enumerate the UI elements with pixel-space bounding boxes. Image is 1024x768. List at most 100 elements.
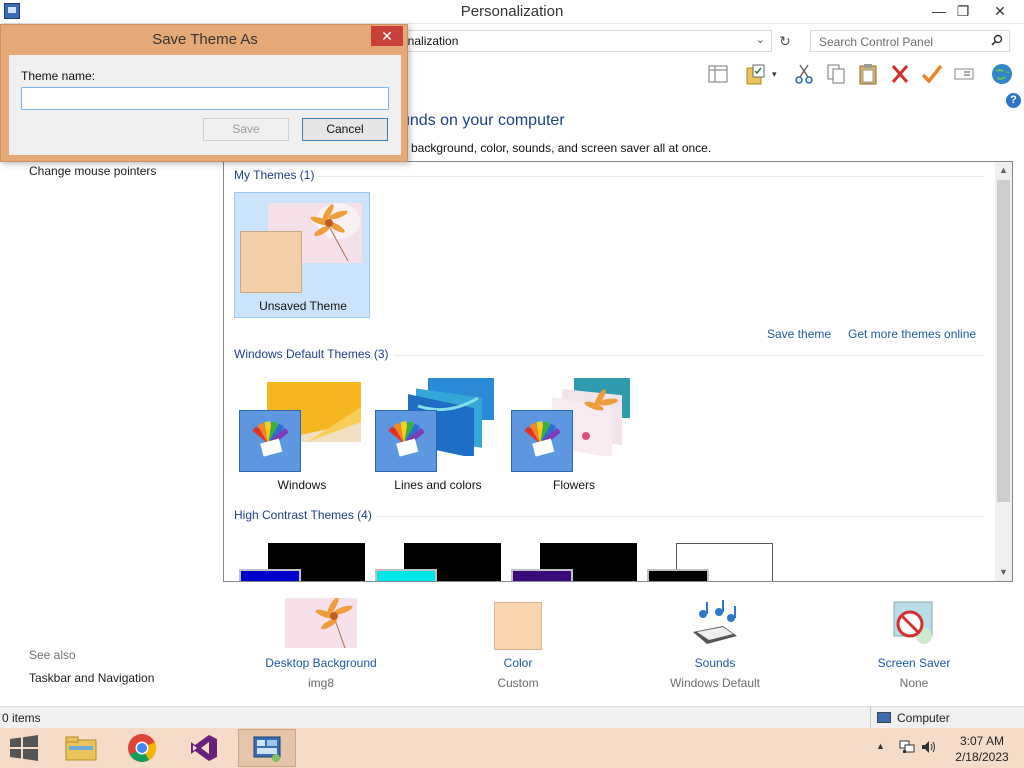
network-icon[interactable] (899, 740, 915, 754)
desktop-background-icon (285, 598, 357, 648)
divider (394, 355, 984, 356)
file-explorer-button[interactable] (52, 729, 110, 767)
color-button[interactable]: Color Custom (428, 598, 608, 690)
color-label[interactable]: Color (428, 656, 608, 670)
screen-saver-icon (893, 601, 933, 644)
delete-icon[interactable] (888, 62, 912, 86)
search-input[interactable]: Search Control Panel (810, 30, 1010, 52)
theme-name-input[interactable] (21, 87, 389, 110)
theme-flowers[interactable]: Flowers (506, 372, 642, 498)
theme-name-label: Theme name: (21, 69, 96, 83)
sounds-button[interactable]: Sounds Windows Default (625, 598, 805, 690)
volume-icon[interactable] (920, 739, 936, 755)
scroll-up-icon[interactable]: ▲ (995, 162, 1012, 179)
cancel-button[interactable]: Cancel (302, 118, 388, 141)
scroll-thumb[interactable] (997, 180, 1010, 502)
my-themes-header: My Themes (1) (234, 168, 315, 182)
color-swatch-icon (494, 602, 542, 650)
clock-time[interactable]: 3:07 AM (950, 734, 1014, 748)
divider (870, 707, 871, 729)
visual-studio-button[interactable] (176, 729, 234, 767)
close-window-button[interactable]: ✕ (986, 0, 1014, 22)
desktop-background-value: img8 (307, 676, 334, 690)
start-button[interactable] (8, 734, 40, 762)
hc-swatch (647, 569, 709, 581)
high-contrast-header: High Contrast Themes (4) (234, 508, 372, 522)
status-computer-label: Computer (897, 711, 950, 725)
change-mouse-pointers-link[interactable]: Change mouse pointers (29, 164, 156, 178)
themes-list[interactable]: My Themes (1) Unsaved Theme Save theme G… (223, 161, 1013, 582)
sounds-value: Windows Default (669, 676, 761, 690)
taskbar-navigation-link[interactable]: Taskbar and Navigation (29, 671, 154, 685)
theme-lines-and-colors[interactable]: Lines and colors (370, 372, 506, 498)
clock-date[interactable]: 2/18/2023 (950, 750, 1014, 764)
divider (318, 176, 984, 177)
search-icon[interactable] (991, 34, 1003, 46)
file-explorer-icon (65, 736, 97, 761)
taskbar: ▲ 3:07 AM 2/18/2023 (0, 728, 1024, 768)
rename-icon[interactable] (952, 62, 976, 86)
save-theme-dialog: Save Theme As ✕ Theme name: Save Cancel (0, 24, 408, 162)
page-description: p background, color, sounds, and screen … (401, 141, 712, 155)
layout-pane-icon[interactable] (706, 62, 730, 86)
color-value: Custom (497, 676, 539, 690)
dialog-body: Theme name: Save Cancel (9, 55, 401, 155)
chevron-down-icon[interactable]: ⌄ (756, 33, 765, 46)
address-path: onalization (401, 34, 459, 48)
see-also-label: See also (29, 648, 76, 662)
desktop-background-label[interactable]: Desktop Background (231, 656, 411, 670)
copy-icon[interactable] (824, 62, 848, 86)
screen-saver-button[interactable]: Screen Saver None (824, 598, 1004, 690)
divider (376, 516, 984, 517)
dialog-title: Save Theme As (152, 31, 258, 48)
status-bar: 0 items Computer (0, 706, 1024, 729)
folder-properties-icon[interactable] (744, 62, 768, 86)
checkmark-icon[interactable] (920, 62, 944, 86)
help-icon[interactable]: ? (1006, 93, 1021, 108)
visual-studio-icon (191, 735, 217, 761)
theme-name: Windows (277, 478, 327, 492)
cut-icon[interactable] (792, 62, 816, 86)
paste-icon[interactable] (856, 62, 880, 86)
theme-windows[interactable]: Windows (234, 372, 370, 498)
save-button[interactable]: Save (203, 118, 289, 141)
save-theme-link[interactable]: Save theme (767, 327, 831, 341)
color-palette-icon (239, 410, 301, 472)
screen-saver-label[interactable]: Screen Saver (824, 656, 1004, 670)
refresh-icon[interactable]: ↻ (774, 32, 796, 52)
chrome-button[interactable] (114, 729, 172, 767)
page-heading: unds on your computer (401, 112, 565, 129)
sounds-label[interactable]: Sounds (625, 656, 805, 670)
vertical-scrollbar[interactable]: ▲ ▼ (995, 162, 1012, 581)
toolbar: ▾ (400, 60, 1024, 90)
hc-swatch (511, 569, 573, 581)
theme-name: Flowers (552, 478, 595, 492)
hc-swatch (375, 569, 437, 581)
title-bar: Personalization — ❐ ✕ (0, 0, 1024, 24)
hc-swatch (239, 569, 301, 581)
chrome-icon (128, 734, 157, 762)
scroll-down-icon[interactable]: ▼ (995, 564, 1012, 581)
control-panel-icon (253, 736, 281, 762)
minimize-button[interactable]: — (926, 0, 952, 22)
search-placeholder: Search Control Panel (819, 35, 934, 49)
theme-name: Unsaved Theme (259, 299, 347, 313)
get-more-themes-link[interactable]: Get more themes online (848, 327, 976, 341)
color-palette-icon (375, 410, 437, 472)
theme-name: Lines and colors (394, 478, 482, 492)
desktop-background-button[interactable]: Desktop Background img8 (231, 598, 411, 690)
screen-saver-value: None (899, 676, 929, 690)
computer-icon (877, 712, 891, 723)
show-hidden-icons-button[interactable]: ▲ (876, 741, 885, 751)
dialog-close-button[interactable]: ✕ (371, 26, 403, 46)
chevron-down-icon[interactable]: ▾ (772, 62, 784, 86)
default-themes-header: Windows Default Themes (3) (234, 347, 389, 361)
globe-icon[interactable] (990, 62, 1014, 86)
control-panel-button[interactable] (238, 729, 296, 767)
color-palette-icon (511, 410, 573, 472)
maximize-button[interactable]: ❐ (950, 0, 976, 22)
theme-unsaved[interactable]: Unsaved Theme (234, 192, 370, 318)
color-swatch (240, 231, 302, 293)
sounds-icon (693, 600, 737, 644)
address-field[interactable]: onalization ⌄ (400, 30, 772, 52)
